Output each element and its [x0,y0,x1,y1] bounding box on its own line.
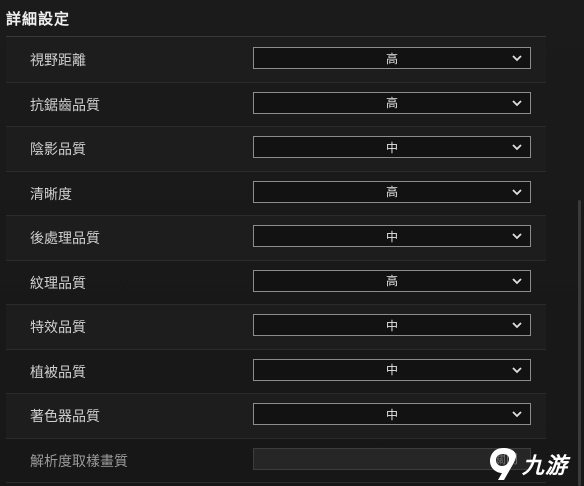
setting-label: 抗鋸齒品質 [30,97,100,114]
chevron-down-icon [512,99,522,106]
setting-row-shadow-quality: 陰影品質 中 [6,127,546,172]
watermark: 九游 [488,444,580,484]
setting-row-shader-quality: 著色器品質 中 [6,394,546,439]
setting-row-view-distance: 視野距離 高 [6,38,546,83]
setting-row-effects-quality: 特效品質 中 [6,305,546,350]
watermark-text: 九游 [522,454,569,479]
chevron-down-icon [512,144,522,151]
dropdown-value: 中 [385,363,398,377]
setting-row-post-processing: 後處理品質 中 [6,216,546,261]
anti-aliasing-dropdown[interactable]: 高 [253,91,531,114]
shadow-quality-dropdown[interactable]: 中 [253,136,531,158]
setting-row-texture-quality: 紋理品質 高 [6,261,546,305]
section-title: 詳細設定 [6,10,71,28]
dropdown-value: 中 [385,407,398,422]
chevron-down-icon [512,55,522,62]
setting-row-anti-aliasing: 抗鋸齒品質 高 [6,83,546,127]
setting-row-clarity: 清晰度 高 [6,172,546,216]
setting-label: 視野距離 [30,53,86,69]
foliage-quality-dropdown[interactable]: 中 [253,358,531,381]
setting-label: 陰影品質 [30,142,86,158]
chevron-down-icon [512,322,522,329]
jiuyou-logo [490,448,516,480]
shader-quality-dropdown[interactable]: 中 [253,403,531,425]
view-distance-dropdown[interactable]: 高 [253,47,531,69]
dropdown-value: 中 [385,318,398,333]
setting-label: 植被品質 [30,364,86,381]
post-processing-dropdown[interactable]: 中 [253,225,531,247]
dropdown-value: 中 [385,229,398,244]
setting-label: 後處理品質 [30,231,100,247]
settings-list: 視野距離 高 抗鋸齒品質 高 陰影品質 中 清晰度 高 後處理品質 中 紋理品質… [6,38,546,483]
chevron-down-icon [512,233,522,240]
title-divider [6,36,546,37]
settings-panel: 詳細設定 視野距離 高 抗鋸齒品質 高 陰影品質 中 清晰度 高 後處理品質 中… [0,0,584,486]
setting-label: 解析度取樣畫質 [30,453,128,470]
setting-label: 紋理品質 [30,275,86,292]
dropdown-value: 高 [385,185,398,199]
setting-row-foliage-quality: 植被品質 中 [6,350,546,394]
dropdown-value: 中 [385,140,398,155]
chevron-down-icon [512,411,522,418]
setting-label: 清晰度 [30,186,72,203]
effects-quality-dropdown[interactable]: 中 [253,314,531,336]
clarity-dropdown[interactable]: 高 [253,180,531,203]
setting-label: 特效品質 [30,320,86,336]
chevron-down-icon [512,366,522,373]
setting-row-resolution-sampling: 解析度取樣畫質 關閉 [6,439,546,483]
chevron-down-icon [512,188,522,195]
setting-label: 著色器品質 [30,409,100,425]
chevron-down-icon [512,277,522,284]
dropdown-value: 高 [385,274,398,288]
dropdown-value: 高 [385,96,398,110]
dropdown-value: 高 [385,51,398,66]
texture-quality-dropdown[interactable]: 高 [253,269,531,292]
